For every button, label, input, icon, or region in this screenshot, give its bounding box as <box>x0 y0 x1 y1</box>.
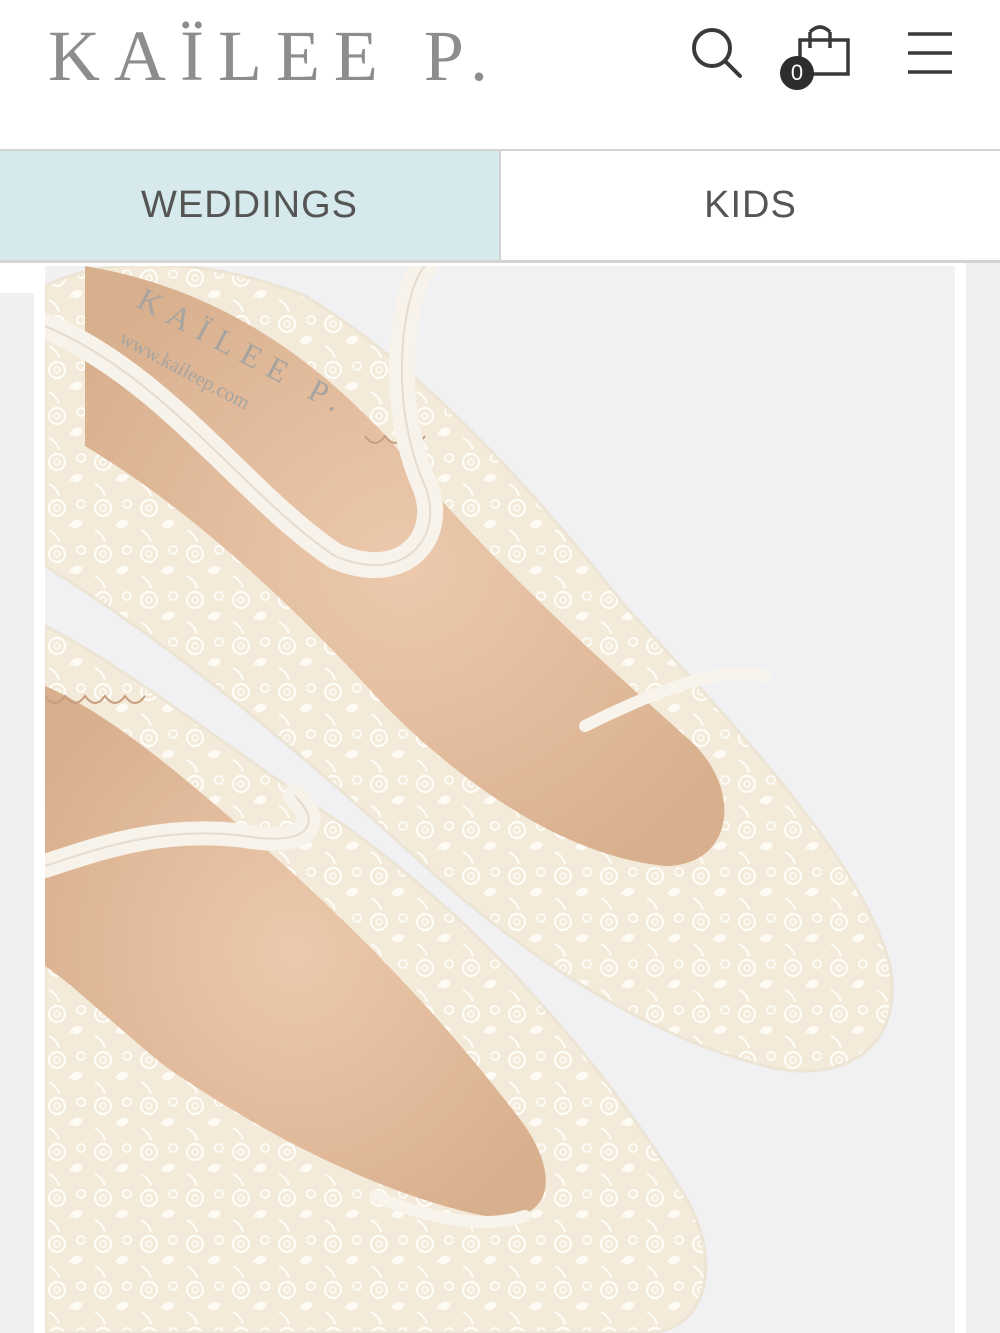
previous-slide-peek[interactable] <box>0 293 34 1333</box>
cart-button[interactable]: 0 <box>778 20 856 94</box>
next-slide-peek[interactable] <box>966 263 1000 1333</box>
cart-count-badge: 0 <box>780 56 814 90</box>
site-header: KAÏLEE P. 0 <box>0 0 1000 150</box>
product-image[interactable]: KAÏLEE P. www.kaileep.com <box>45 266 955 1333</box>
tab-kids[interactable]: KIDS <box>499 151 1000 260</box>
hamburger-menu-icon <box>908 32 952 74</box>
shoe-illustration: KAÏLEE P. www.kaileep.com <box>45 266 955 1333</box>
search-icon <box>692 28 742 78</box>
product-gallery[interactable]: KAÏLEE P. www.kaileep.com <box>0 263 1000 1333</box>
menu-button[interactable] <box>900 24 960 80</box>
category-tabs: WEDDINGS KIDS <box>0 149 1000 263</box>
brand-logo[interactable]: KAÏLEE P. <box>48 20 502 92</box>
tab-weddings[interactable]: WEDDINGS <box>0 151 499 260</box>
search-button[interactable] <box>688 24 744 80</box>
